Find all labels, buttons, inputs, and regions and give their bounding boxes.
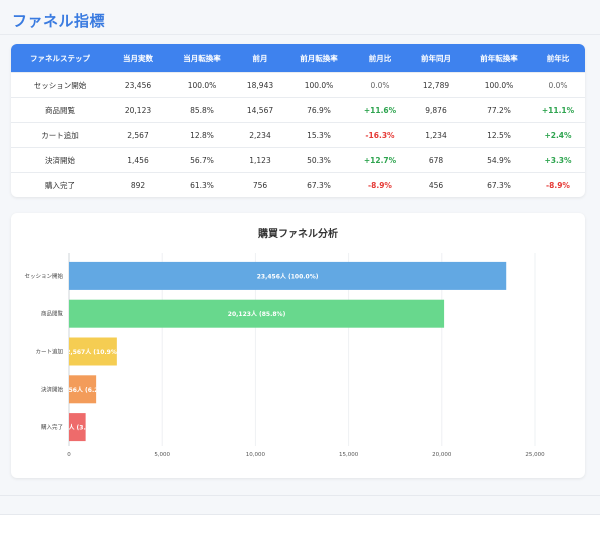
cell-current: 1,456 — [109, 147, 167, 173]
chart-title: 購買ファネル分析 — [257, 227, 338, 240]
x-tick-label: 25,000 — [525, 452, 545, 458]
cell-prev-year: 456 — [405, 172, 467, 197]
cell-step: カート追加 — [11, 122, 109, 148]
x-tick-label: 20,000 — [432, 452, 452, 458]
cell-yoy: +11.1% — [531, 97, 585, 123]
cell-yoy: -8.9% — [531, 172, 585, 197]
title-divider — [0, 34, 600, 35]
cell-current: 2,567 — [109, 122, 167, 148]
bottom-panel — [0, 514, 600, 543]
cell-current: 20,123 — [109, 97, 167, 123]
table-row: 購入完了 892 61.3% 756 67.3% -8.9% 456 67.3%… — [11, 172, 585, 197]
x-tick-label: 5,000 — [154, 452, 170, 458]
cell-yoy: +3.3% — [531, 147, 585, 173]
header-current[interactable]: 当月実数 — [109, 44, 167, 73]
header-yoy[interactable]: 前年比 — [531, 44, 585, 73]
cell-current-rate: 56.7% — [167, 147, 237, 173]
table-row: カート追加 2,567 12.8% 2,234 15.3% -16.3% 1,2… — [11, 122, 585, 148]
cell-prev-year-rate: 54.9% — [467, 147, 531, 173]
cell-current-rate: 61.3% — [167, 172, 237, 197]
cell-prev-year-rate: 12.5% — [467, 122, 531, 148]
cell-current-rate: 100.0% — [167, 72, 237, 98]
x-tick-label: 15,000 — [339, 452, 359, 458]
cell-prev-year: 678 — [405, 147, 467, 173]
cell-prev-month: 14,567 — [237, 97, 283, 123]
cell-prev-year: 12,789 — [405, 72, 467, 98]
bar-data-label: 20,123人 (85.8%) — [228, 310, 286, 318]
cell-prev-month: 756 — [237, 172, 283, 197]
cell-mom: 0.0% — [355, 72, 405, 98]
table-header-row: ファネルステップ 当月実数 当月転換率 前月 前月転換率 前月比 前年同月 前年… — [11, 44, 585, 73]
bar-data-label: 2,567人 (10.9%) — [66, 348, 120, 356]
header-prev-month-rate[interactable]: 前月転換率 — [283, 44, 355, 73]
cell-prev-month-rate: 76.9% — [283, 97, 355, 123]
y-tick-label: セッション開始 — [24, 272, 63, 280]
cell-mom: +12.7% — [355, 147, 405, 173]
funnel-metrics-table-card: ファネルステップ 当月実数 当月転換率 前月 前月転換率 前月比 前年同月 前年… — [11, 44, 585, 197]
header-step[interactable]: ファネルステップ — [11, 44, 109, 73]
bar-data-label: 1,456人 (6.2%) — [58, 386, 107, 394]
cell-current-rate: 12.8% — [167, 122, 237, 148]
cell-prev-year: 1,234 — [405, 122, 467, 148]
y-tick-label: 商品閲覧 — [41, 310, 64, 318]
cell-prev-year-rate: 100.0% — [467, 72, 531, 98]
cell-prev-month-rate: 15.3% — [283, 122, 355, 148]
cell-current: 892 — [109, 172, 167, 197]
cell-current-rate: 85.8% — [167, 97, 237, 123]
cell-prev-month: 1,123 — [237, 147, 283, 173]
funnel-chart-card: 購買ファネル分析 0 5,000 10,000 15,000 20,000 25,000 セ… — [11, 213, 585, 478]
cell-step: 商品閲覧 — [11, 97, 109, 123]
cell-prev-month: 2,234 — [237, 122, 283, 148]
x-tick-label: 10,000 — [246, 452, 266, 458]
cell-prev-year-rate: 77.2% — [467, 97, 531, 123]
header-prev-year[interactable]: 前年同月 — [405, 44, 467, 73]
y-tick-label: カート追加 — [35, 348, 63, 356]
cell-current: 23,456 — [109, 72, 167, 98]
cell-prev-year-rate: 67.3% — [467, 172, 531, 197]
table-row: 商品閲覧 20,123 85.8% 14,567 76.9% +11.6% 9,… — [11, 97, 585, 123]
y-tick-label: 購入完了 — [41, 423, 63, 431]
cell-prev-month-rate: 100.0% — [283, 72, 355, 98]
y-tick-label: 決済開始 — [41, 385, 64, 393]
cell-step: セッション開始 — [11, 72, 109, 98]
header-prev-year-rate[interactable]: 前年転換率 — [467, 44, 531, 73]
funnel-metrics-table: ファネルステップ 当月実数 当月転換率 前月 前月転換率 前月比 前年同月 前年… — [11, 44, 585, 197]
table-row: 決済開始 1,456 56.7% 1,123 50.3% +12.7% 678 … — [11, 147, 585, 173]
page-title: ファネル指標 — [12, 12, 106, 30]
cell-prev-month-rate: 50.3% — [283, 147, 355, 173]
cell-step: 購入完了 — [11, 172, 109, 197]
cell-prev-month: 18,943 — [237, 72, 283, 98]
header-prev-month[interactable]: 前月 — [237, 44, 283, 73]
funnel-bar-chart: 購買ファネル分析 0 5,000 10,000 15,000 20,000 25,000 セ… — [24, 227, 545, 458]
table-row: セッション開始 23,456 100.0% 18,943 100.0% 0.0%… — [11, 72, 585, 98]
cell-prev-year: 9,876 — [405, 97, 467, 123]
header-current-rate[interactable]: 当月転換率 — [167, 44, 237, 73]
x-tick-label: 0 — [67, 452, 71, 458]
cell-mom: +11.6% — [355, 97, 405, 123]
cell-mom: -8.9% — [355, 172, 405, 197]
cell-yoy: 0.0% — [531, 72, 585, 98]
cell-step: 決済開始 — [11, 147, 109, 173]
cell-mom: -16.3% — [355, 122, 405, 148]
cell-prev-month-rate: 67.3% — [283, 172, 355, 197]
cell-yoy: +2.4% — [531, 122, 585, 148]
header-mom[interactable]: 前月比 — [355, 44, 405, 73]
bottom-divider — [0, 495, 600, 496]
bar-data-label: 23,456人 (100.0%) — [257, 272, 319, 280]
